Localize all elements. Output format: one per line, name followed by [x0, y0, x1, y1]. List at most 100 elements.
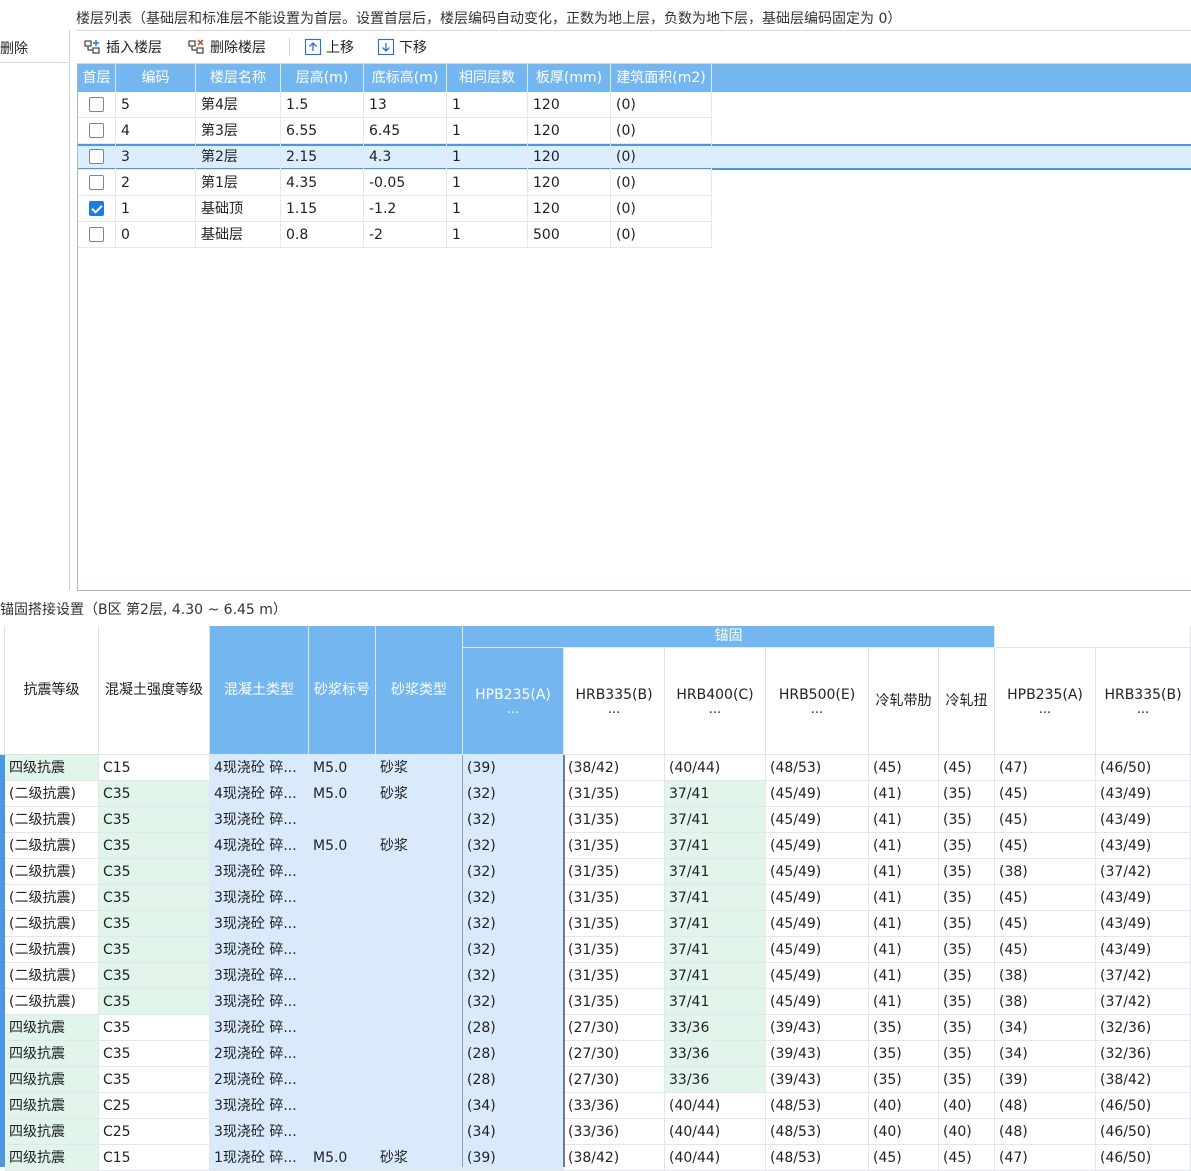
anchor-cell-hrb500[interactable]: (45/49): [766, 859, 869, 885]
floor-cell-code[interactable]: 0: [116, 222, 196, 248]
anchor-cell-mortar-grade[interactable]: [309, 1067, 376, 1093]
anchor-cell-concrete-type[interactable]: 3现浇砼 碎...: [210, 1015, 309, 1041]
anchor-cell-hrb400[interactable]: 37/41: [665, 911, 766, 937]
anchor-row[interactable]: (二级抗震) C35 3现浇砼 碎... (32) (31/35) 37/41 (45/49…: [0, 807, 1191, 833]
anchor-cell-hrb335[interactable]: (31/35): [564, 781, 665, 807]
anchor-cell-cold-twisted[interactable]: (35): [939, 833, 995, 859]
floor-cell-height[interactable]: 1.5: [281, 92, 364, 118]
anchor-cell-mortar-grade[interactable]: M5.0: [309, 755, 376, 781]
anchor-cell-concrete-grade[interactable]: C15: [99, 1145, 210, 1171]
anchor-col-header-concrete-grade[interactable]: 混凝土强度等级: [99, 626, 210, 755]
anchor-cell-mortar-grade[interactable]: [309, 807, 376, 833]
anchor-cell-hrb335[interactable]: (31/35): [564, 911, 665, 937]
anchor-cell-concrete-grade[interactable]: C25: [99, 1093, 210, 1119]
anchor-cell-hpb235[interactable]: (28): [463, 1041, 564, 1067]
floor-cell-thick[interactable]: 120: [528, 196, 611, 222]
anchor-cell-hrb400[interactable]: 37/41: [665, 963, 766, 989]
anchor-cell-hpb235[interactable]: (32): [463, 833, 564, 859]
floor-cell-code[interactable]: 5: [116, 92, 196, 118]
floor-row[interactable]: 1 基础顶 1.15 -1.2 1 120 (0): [78, 196, 1191, 222]
first-floor-checkbox[interactable]: [89, 227, 104, 242]
anchor-cell-hrb335[interactable]: (31/35): [564, 859, 665, 885]
anchor-cell-hrb500[interactable]: (45/49): [766, 937, 869, 963]
anchor-cell-cold-ribbed[interactable]: (41): [869, 833, 939, 859]
anchor-cell-concrete-type[interactable]: 3现浇砼 碎...: [210, 859, 309, 885]
move-up-button[interactable]: 上移: [304, 31, 354, 63]
anchor-cell-hpb235-lap[interactable]: (38): [995, 989, 1096, 1015]
floor-cell-bottom[interactable]: -2: [364, 222, 447, 248]
floor-cell-thick[interactable]: 120: [528, 144, 611, 170]
anchor-cell-hrb500[interactable]: (39/43): [766, 1015, 869, 1041]
anchor-cell-mortar-grade[interactable]: [309, 1015, 376, 1041]
anchor-cell-mortar-grade[interactable]: [309, 989, 376, 1015]
anchor-cell-hrb335-lap[interactable]: (46/50): [1096, 755, 1191, 781]
anchor-cell-mortar-grade[interactable]: [309, 937, 376, 963]
anchor-cell-hrb335-lap[interactable]: (43/49): [1096, 911, 1191, 937]
anchor-cell-hpb235[interactable]: (32): [463, 781, 564, 807]
anchor-cell-concrete-grade[interactable]: C35: [99, 833, 210, 859]
anchor-cell-hpb235-lap[interactable]: (48): [995, 1093, 1096, 1119]
anchor-cell-hrb335-lap[interactable]: (38/42): [1096, 1067, 1191, 1093]
insert-floor-button[interactable]: 插入楼层: [84, 31, 162, 63]
floor-cell-thick[interactable]: 500: [528, 222, 611, 248]
anchor-row[interactable]: (二级抗震) C35 3现浇砼 碎... (32) (31/35) 37/41 (45/49…: [0, 859, 1191, 885]
floor-cell-height[interactable]: 0.8: [281, 222, 364, 248]
anchor-cell-concrete-type[interactable]: 3现浇砼 碎...: [210, 963, 309, 989]
anchor-cell-seismic[interactable]: 四级抗震: [5, 1093, 99, 1119]
anchor-cell-cold-ribbed[interactable]: (40): [869, 1119, 939, 1145]
anchor-col-header-seismic[interactable]: 抗震等级: [5, 626, 99, 755]
anchor-cell-concrete-type[interactable]: 3现浇砼 碎...: [210, 885, 309, 911]
anchor-cell-cold-twisted[interactable]: (35): [939, 1015, 995, 1041]
floor-col-header[interactable]: 建筑面积(m2): [611, 64, 712, 92]
anchor-cell-cold-ribbed[interactable]: (45): [869, 755, 939, 781]
anchor-cell-hrb335-lap[interactable]: (43/49): [1096, 833, 1191, 859]
anchor-cell-seismic[interactable]: (二级抗震): [5, 781, 99, 807]
anchor-cell-cold-twisted[interactable]: (35): [939, 1041, 995, 1067]
anchor-cell-hrb335-lap[interactable]: (43/49): [1096, 807, 1191, 833]
anchor-cell-seismic[interactable]: (二级抗震): [5, 807, 99, 833]
anchor-cell-hrb500[interactable]: (45/49): [766, 911, 869, 937]
anchor-cell-hpb235-lap[interactable]: (48): [995, 1119, 1096, 1145]
anchor-cell-concrete-grade[interactable]: C35: [99, 859, 210, 885]
anchor-cell-hrb400[interactable]: 37/41: [665, 859, 766, 885]
anchor-cell-hrb500[interactable]: (45/49): [766, 963, 869, 989]
anchor-cell-seismic[interactable]: 四级抗震: [5, 755, 99, 781]
anchor-cell-hrb335-lap[interactable]: (46/50): [1096, 1145, 1191, 1171]
anchor-cell-mortar-type[interactable]: [376, 1067, 463, 1093]
floor-cell-same[interactable]: 1: [447, 118, 528, 144]
anchor-cell-seismic[interactable]: (二级抗震): [5, 885, 99, 911]
anchor-cell-hpb235-lap[interactable]: (38): [995, 963, 1096, 989]
floor-col-header[interactable]: 底标高(m): [364, 64, 447, 92]
floor-cell-area[interactable]: (0): [611, 118, 712, 144]
anchor-cell-hrb335[interactable]: (31/35): [564, 937, 665, 963]
anchor-cell-hrb400[interactable]: (40/44): [665, 1145, 766, 1171]
anchor-cell-concrete-type[interactable]: 3现浇砼 碎...: [210, 807, 309, 833]
anchor-cell-hpb235-lap[interactable]: (34): [995, 1041, 1096, 1067]
anchor-cell-concrete-grade[interactable]: C35: [99, 885, 210, 911]
anchor-cell-concrete-type[interactable]: 4现浇砼 碎...: [210, 781, 309, 807]
anchor-cell-concrete-type[interactable]: 3现浇砼 碎...: [210, 989, 309, 1015]
anchor-cell-mortar-type[interactable]: [376, 1093, 463, 1119]
floor-row[interactable]: 5 第4层 1.5 13 1 120 (0): [78, 92, 1191, 118]
anchor-cell-concrete-type[interactable]: 2现浇砼 碎...: [210, 1041, 309, 1067]
anchor-cell-mortar-grade[interactable]: M5.0: [309, 1145, 376, 1171]
floor-cell-thick[interactable]: 120: [528, 118, 611, 144]
move-down-button[interactable]: 下移: [377, 31, 427, 63]
anchor-cell-hrb500[interactable]: (45/49): [766, 989, 869, 1015]
anchor-row[interactable]: (二级抗震) C35 4现浇砼 碎... M5.0 砂浆 (32) (31/35) 37/41…: [0, 781, 1191, 807]
anchor-cell-hrb400[interactable]: (40/44): [665, 1119, 766, 1145]
anchor-row[interactable]: 四级抗震 C15 4现浇砼 碎... M5.0 砂浆 (39) (38/42) (40/44)…: [0, 755, 1191, 781]
floor-cell-name[interactable]: 第2层: [196, 144, 281, 170]
anchor-cell-mortar-type[interactable]: [376, 937, 463, 963]
anchor-cell-hrb335[interactable]: (33/36): [564, 1093, 665, 1119]
floor-col-header[interactable]: 板厚(mm): [528, 64, 611, 92]
anchor-cell-hrb335-lap[interactable]: (37/42): [1096, 989, 1191, 1015]
anchor-cell-mortar-grade[interactable]: [309, 1119, 376, 1145]
floor-cell-code[interactable]: 3: [116, 144, 196, 170]
floor-col-header[interactable]: 层高(m): [281, 64, 364, 92]
anchor-cell-cold-ribbed[interactable]: (41): [869, 911, 939, 937]
floor-row[interactable]: 2 第1层 4.35 -0.05 1 120 (0): [78, 170, 1191, 196]
anchor-row[interactable]: (二级抗震) C35 3现浇砼 碎... (32) (31/35) 37/41 (45/49…: [0, 963, 1191, 989]
anchor-cell-hrb335-lap[interactable]: (43/49): [1096, 781, 1191, 807]
anchor-cell-mortar-grade[interactable]: [309, 963, 376, 989]
